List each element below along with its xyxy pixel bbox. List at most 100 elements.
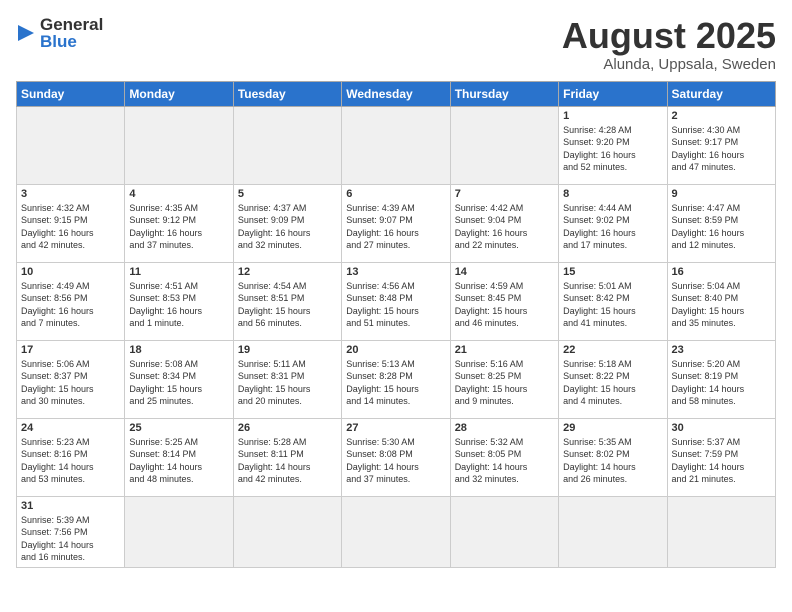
table-row: 2 Sunrise: 4:30 AM Sunset: 9:17 PM Daylig… [667,106,775,184]
day-info: Sunrise: 4:56 AM Sunset: 8:48 PM Dayligh… [346,280,445,330]
day-number: 24 [21,422,120,434]
day-info: Sunrise: 4:42 AM Sunset: 9:04 PM Dayligh… [455,202,554,252]
header: GeneralBlue August 2025 Alunda, Uppsala,… [16,16,776,73]
table-row: 16 Sunrise: 5:04 AM Sunset: 8:40 PM Dayli… [667,262,775,340]
day-number: 27 [346,422,445,434]
col-friday: Friday [559,81,667,106]
table-row [559,496,667,567]
day-info: Sunrise: 5:30 AM Sunset: 8:08 PM Dayligh… [346,436,445,486]
day-number: 25 [129,422,228,434]
table-row: 10Sunrise: 4:49 AM Sunset: 8:56 PM Dayli… [17,262,125,340]
table-row: 28 Sunrise: 5:32 AM Sunset: 8:05 PM Dayli… [450,418,558,496]
day-number: 18 [129,344,228,356]
table-row: 3Sunrise: 4:32 AM Sunset: 9:15 PM Daylig… [17,184,125,262]
day-number: 13 [346,266,445,278]
table-row: 17 Sunrise: 5:06 AM Sunset: 8:37 PM Dayli… [17,340,125,418]
table-row: 5Sunrise: 4:37 AM Sunset: 9:09 PM Daylig… [233,184,341,262]
day-number: 30 [672,422,771,434]
table-row [125,106,233,184]
day-info: Sunrise: 5:04 AM Sunset: 8:40 PM Dayligh… [672,280,771,330]
day-info: Sunrise: 5:18 AM Sunset: 8:22 PM Dayligh… [563,358,662,408]
day-info: Sunrise: 5:25 AM Sunset: 8:14 PM Dayligh… [129,436,228,486]
day-number: 28 [455,422,554,434]
table-row: 15 Sunrise: 5:01 AM Sunset: 8:42 PM Dayli… [559,262,667,340]
day-number: 21 [455,344,554,356]
table-row: 18 Sunrise: 5:08 AM Sunset: 8:34 PM Dayli… [125,340,233,418]
col-monday: Monday [125,81,233,106]
day-number: 14 [455,266,554,278]
table-row [667,496,775,567]
day-number: 17 [21,344,120,356]
table-row: 31Sunrise: 5:39 AM Sunset: 7:56 PM Dayli… [17,496,125,567]
day-info: Sunrise: 4:59 AM Sunset: 8:45 PM Dayligh… [455,280,554,330]
col-tuesday: Tuesday [233,81,341,106]
day-info: Sunrise: 5:11 AM Sunset: 8:31 PM Dayligh… [238,358,337,408]
day-number: 4 [129,188,228,200]
day-number: 9 [672,188,771,200]
logo: GeneralBlue [16,16,103,50]
table-row: 8 Sunrise: 4:44 AM Sunset: 9:02 PM Daylig… [559,184,667,262]
day-info: Sunrise: 5:32 AM Sunset: 8:05 PM Dayligh… [455,436,554,486]
day-number: 15 [563,266,662,278]
col-sunday: Sunday [17,81,125,106]
day-number: 1 [563,110,662,122]
day-number: 2 [672,110,771,122]
table-row: 14 Sunrise: 4:59 AM Sunset: 8:45 PM Dayli… [450,262,558,340]
day-info: Sunrise: 4:54 AM Sunset: 8:51 PM Dayligh… [238,280,337,330]
day-number: 7 [455,188,554,200]
day-number: 10 [21,266,120,278]
day-info: Sunrise: 4:28 AM Sunset: 9:20 PM Dayligh… [563,124,662,174]
calendar-subtitle: Alunda, Uppsala, Sweden [562,56,776,73]
table-row [342,496,450,567]
day-number: 8 [563,188,662,200]
day-number: 16 [672,266,771,278]
day-number: 12 [238,266,337,278]
day-info: Sunrise: 5:13 AM Sunset: 8:28 PM Dayligh… [346,358,445,408]
day-info: Sunrise: 5:06 AM Sunset: 8:37 PM Dayligh… [21,358,120,408]
table-row [450,106,558,184]
table-row: 20 Sunrise: 5:13 AM Sunset: 8:28 PM Dayli… [342,340,450,418]
day-info: Sunrise: 5:16 AM Sunset: 8:25 PM Dayligh… [455,358,554,408]
calendar-header-row: Sunday Monday Tuesday Wednesday Thursday… [17,81,776,106]
table-row [17,106,125,184]
table-row: 23Sunrise: 5:20 AM Sunset: 8:19 PM Dayli… [667,340,775,418]
table-row: 4 Sunrise: 4:35 AM Sunset: 9:12 PM Daylig… [125,184,233,262]
table-row: 30 Sunrise: 5:37 AM Sunset: 7:59 PM Dayli… [667,418,775,496]
day-number: 31 [21,500,120,512]
logo-text-general: General [40,16,103,33]
day-info: Sunrise: 4:35 AM Sunset: 9:12 PM Dayligh… [129,202,228,252]
day-info: Sunrise: 5:37 AM Sunset: 7:59 PM Dayligh… [672,436,771,486]
table-row: 1 Sunrise: 4:28 AM Sunset: 9:20 PM Daylig… [559,106,667,184]
col-wednesday: Wednesday [342,81,450,106]
table-row: 7 Sunrise: 4:42 AM Sunset: 9:04 PM Daylig… [450,184,558,262]
day-info: Sunrise: 5:35 AM Sunset: 8:02 PM Dayligh… [563,436,662,486]
day-info: Sunrise: 4:39 AM Sunset: 9:07 PM Dayligh… [346,202,445,252]
table-row: 25 Sunrise: 5:25 AM Sunset: 8:14 PM Dayli… [125,418,233,496]
day-info: Sunrise: 5:08 AM Sunset: 8:34 PM Dayligh… [129,358,228,408]
table-row: 19 Sunrise: 5:11 AM Sunset: 8:31 PM Dayli… [233,340,341,418]
day-number: 11 [129,266,228,278]
day-number: 19 [238,344,337,356]
day-number: 5 [238,188,337,200]
day-number: 23 [672,344,771,356]
day-number: 3 [21,188,120,200]
day-number: 26 [238,422,337,434]
table-row: 22Sunrise: 5:18 AM Sunset: 8:22 PM Dayli… [559,340,667,418]
day-info: Sunrise: 5:23 AM Sunset: 8:16 PM Dayligh… [21,436,120,486]
day-number: 20 [346,344,445,356]
table-row: 11Sunrise: 4:51 AM Sunset: 8:53 PM Dayli… [125,262,233,340]
table-row [125,496,233,567]
table-row: 6 Sunrise: 4:39 AM Sunset: 9:07 PM Daylig… [342,184,450,262]
col-saturday: Saturday [667,81,775,106]
day-info: Sunrise: 5:01 AM Sunset: 8:42 PM Dayligh… [563,280,662,330]
title-area: August 2025 Alunda, Uppsala, Sweden [562,16,776,73]
table-row: 12 Sunrise: 4:54 AM Sunset: 8:51 PM Dayli… [233,262,341,340]
table-row: 29Sunrise: 5:35 AM Sunset: 8:02 PM Dayli… [559,418,667,496]
day-info: Sunrise: 4:30 AM Sunset: 9:17 PM Dayligh… [672,124,771,174]
day-info: Sunrise: 4:44 AM Sunset: 9:02 PM Dayligh… [563,202,662,252]
day-number: 6 [346,188,445,200]
calendar-table: Sunday Monday Tuesday Wednesday Thursday… [16,81,776,568]
logo-triangle-icon [16,23,36,43]
table-row: 9Sunrise: 4:47 AM Sunset: 8:59 PM Daylig… [667,184,775,262]
table-row: 26Sunrise: 5:28 AM Sunset: 8:11 PM Dayli… [233,418,341,496]
